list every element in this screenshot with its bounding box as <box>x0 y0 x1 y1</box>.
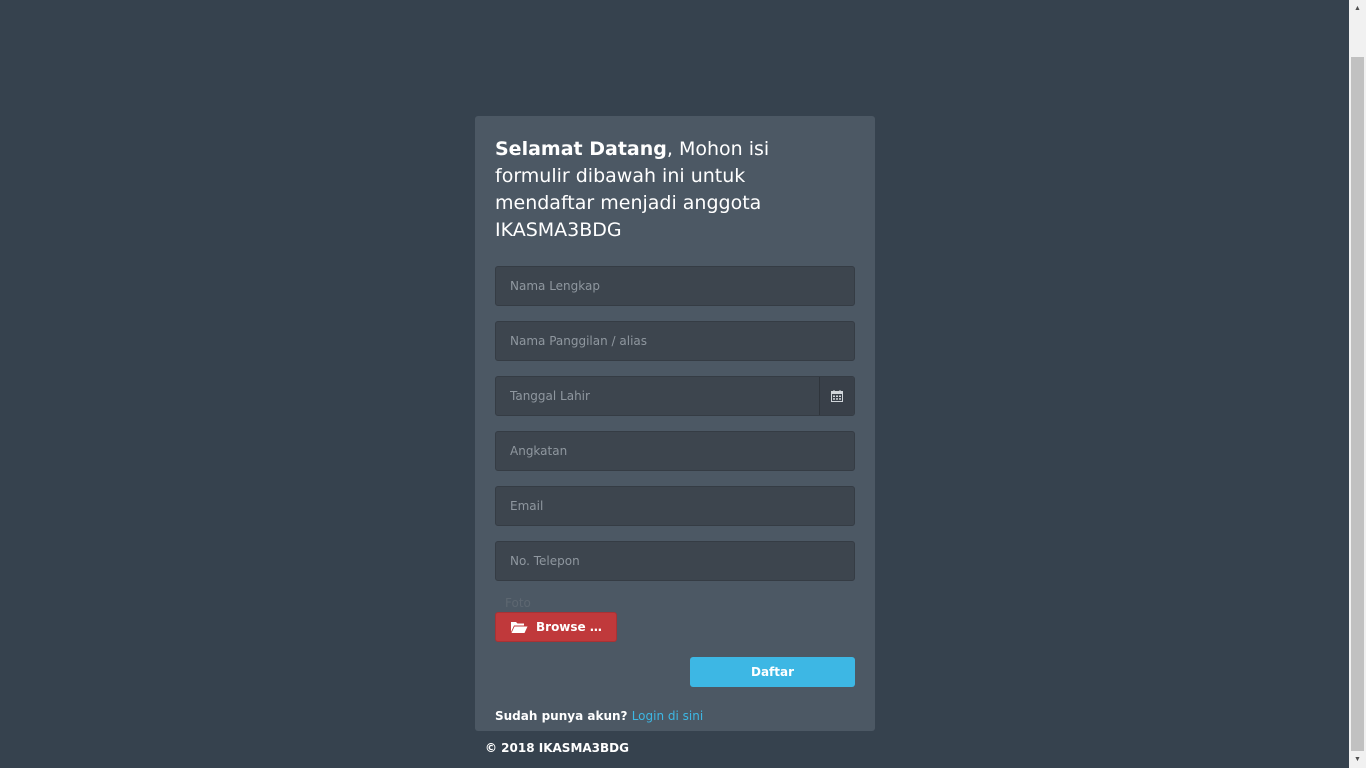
date-picker-button[interactable] <box>819 377 854 415</box>
foto-label: Foto <box>505 596 531 610</box>
nama-lengkap-input[interactable] <box>496 267 854 305</box>
daftar-button[interactable]: Daftar <box>690 657 855 687</box>
login-prompt: Sudah punya akun? <box>495 709 628 723</box>
welcome-heading: Selamat Datang, Mohon isi formulir dibaw… <box>495 136 835 244</box>
scroll-up-arrow-icon[interactable]: ▲ <box>1349 0 1366 17</box>
tanggal-lahir-input[interactable] <box>496 377 820 415</box>
angkatan-input[interactable] <box>496 432 854 470</box>
scroll-down-arrow-icon[interactable]: ▼ <box>1349 751 1366 768</box>
welcome-bold: Selamat Datang <box>495 138 667 160</box>
nama-panggilan-input[interactable] <box>496 322 854 360</box>
login-link[interactable]: Login di sini <box>632 709 703 723</box>
email-field <box>495 486 855 526</box>
vertical-scrollbar[interactable]: ▲ ▼ <box>1349 0 1366 768</box>
footer-copyright: © 2018 IKASMA3BDG <box>485 741 629 755</box>
email-input[interactable] <box>496 487 854 525</box>
scrollbar-thumb[interactable] <box>1351 57 1364 751</box>
submit-row: Daftar <box>495 657 855 687</box>
browse-button[interactable]: Browse … <box>495 612 617 642</box>
browse-label: Browse … <box>536 620 602 634</box>
angkatan-field <box>495 431 855 471</box>
telepon-input[interactable] <box>496 542 854 580</box>
calendar-icon <box>831 390 843 402</box>
page: Selamat Datang, Mohon isi formulir dibaw… <box>0 0 1366 768</box>
login-prompt-row: Sudah punya akun? Login di sini <box>495 709 855 723</box>
tanggal-lahir-field <box>495 376 855 416</box>
nama-panggilan-field <box>495 321 855 361</box>
telepon-field <box>495 541 855 581</box>
folder-open-icon <box>511 621 528 633</box>
registration-card: Selamat Datang, Mohon isi formulir dibaw… <box>475 116 875 731</box>
nama-lengkap-field <box>495 266 855 306</box>
